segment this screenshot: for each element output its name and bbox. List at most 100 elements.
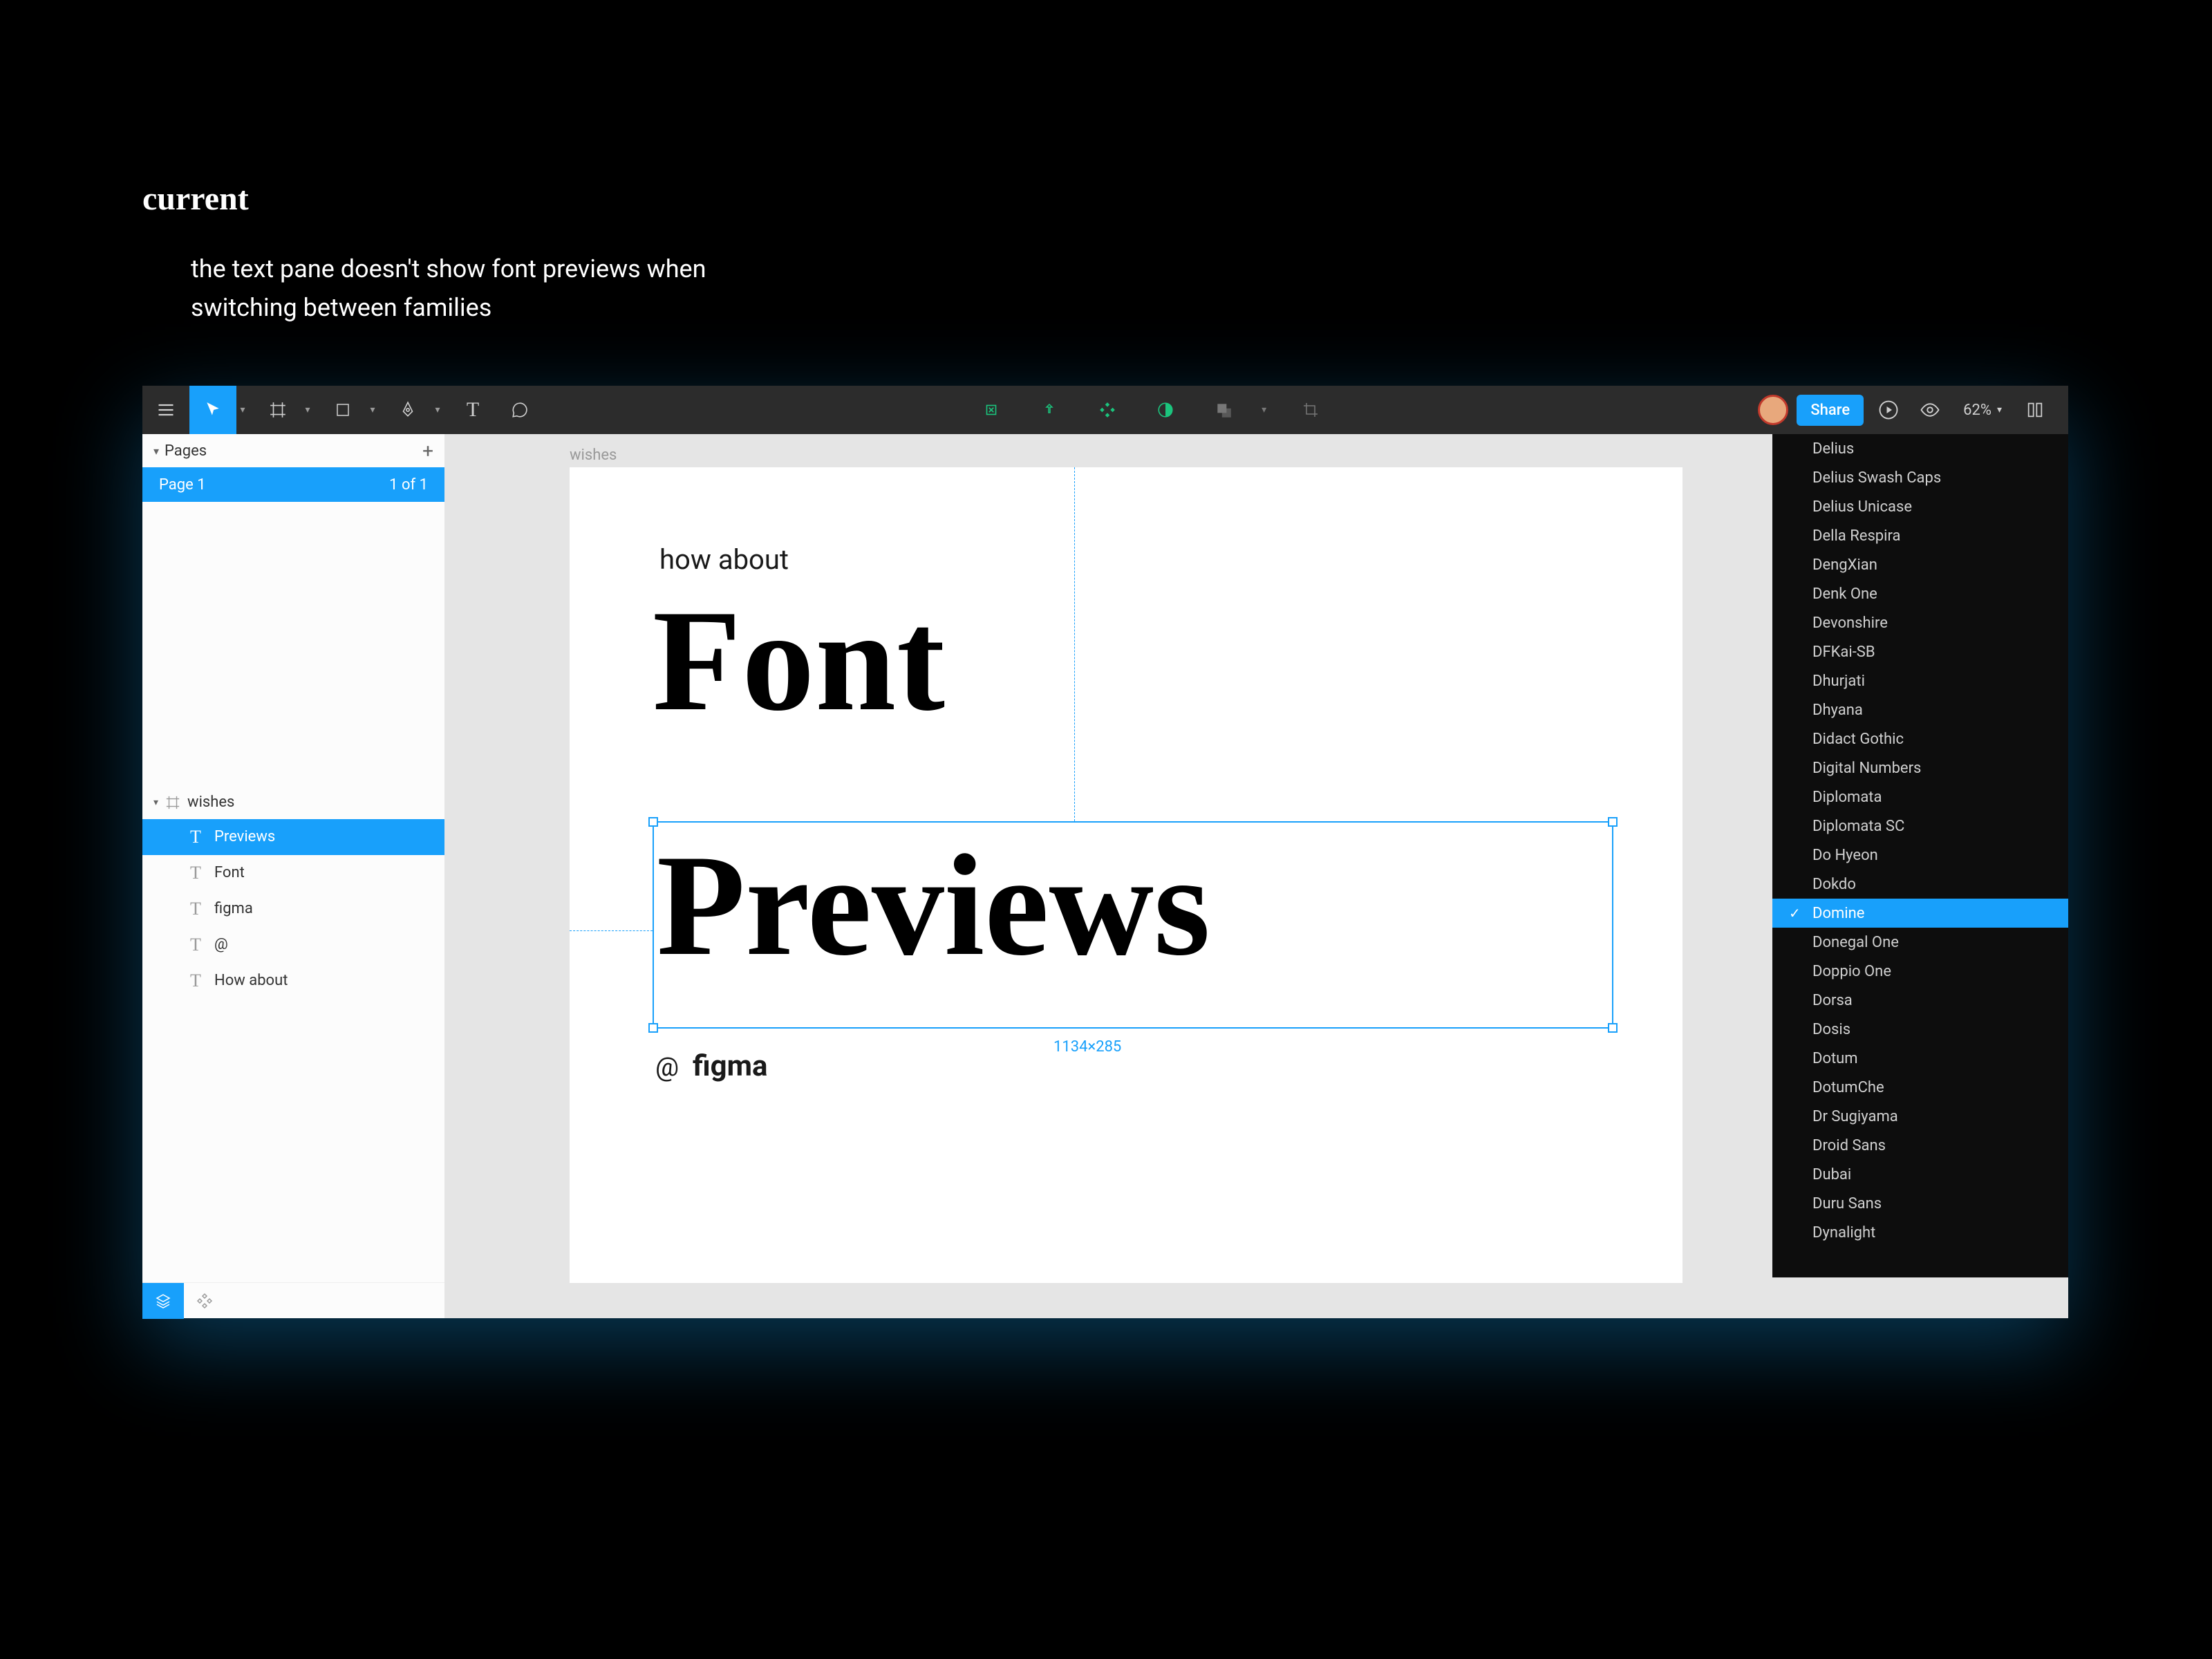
move-tool[interactable] <box>189 386 236 434</box>
text-tool[interactable]: T <box>449 386 496 434</box>
pages-header[interactable]: ▾ Pages + <box>142 434 444 467</box>
layer-caret-icon: ▾ <box>153 797 158 808</box>
font-option[interactable]: Dr Sugiyama <box>1772 1102 2068 1131</box>
page-name: Page 1 <box>159 476 206 494</box>
shape-tool[interactable] <box>319 386 366 434</box>
font-option[interactable]: Dhyana <box>1772 695 2068 724</box>
font-option[interactable]: Devonshire <box>1772 608 2068 637</box>
font-option[interactable]: Dosis <box>1772 1015 2068 1044</box>
left-panel: ▾ Pages + Page 1 1 of 1 ▾ wishes T Previe… <box>142 434 445 1318</box>
text-previews[interactable]: Previews <box>654 823 1612 990</box>
alignment-guide-horizontal <box>570 930 653 931</box>
zoom-level[interactable]: 62% ▾ <box>1955 402 2010 419</box>
toolbar-center: ▾ <box>543 386 1758 434</box>
boolean-tool[interactable] <box>1200 386 1247 434</box>
layer-item-label: figma <box>214 900 253 917</box>
caption-line-2: switching between families <box>191 293 491 322</box>
font-option[interactable]: Diplomata SC <box>1772 812 2068 841</box>
pen-tool[interactable] <box>384 386 431 434</box>
panels-button[interactable] <box>2018 386 2052 434</box>
font-option[interactable]: DotumChe <box>1772 1073 2068 1102</box>
font-option[interactable]: Digital Numbers <box>1772 753 2068 782</box>
reset-tool[interactable] <box>1026 386 1073 434</box>
font-option[interactable]: Didact Gothic <box>1772 724 2068 753</box>
page-badge: 1 of 1 <box>389 476 428 494</box>
layer-item-label: Previews <box>214 828 275 845</box>
component-tool[interactable] <box>968 386 1015 434</box>
font-option[interactable]: DFKai-SB <box>1772 637 2068 666</box>
crop-tool[interactable] <box>1287 386 1334 434</box>
comment-tool[interactable] <box>496 386 543 434</box>
font-option[interactable]: Doppio One <box>1772 957 2068 986</box>
view-button[interactable] <box>1913 386 1947 434</box>
menu-button[interactable] <box>142 386 189 434</box>
font-option[interactable]: Denk One <box>1772 579 2068 608</box>
shape-tool-chevron[interactable]: ▾ <box>366 404 379 415</box>
font-option[interactable]: Diplomata <box>1772 782 2068 812</box>
text-figma[interactable]: figma <box>693 1049 767 1083</box>
font-option[interactable]: Dokdo <box>1772 870 2068 899</box>
font-family-dropdown[interactable]: DeliusDelius Swash CapsDelius UnicaseDel… <box>1772 434 2068 1277</box>
font-option[interactable]: Do Hyeon <box>1772 841 2068 870</box>
layer-item-label: @ <box>214 936 228 953</box>
font-option[interactable]: Della Respira <box>1772 521 2068 550</box>
font-option[interactable]: DengXian <box>1772 550 2068 579</box>
font-option[interactable]: Delius Unicase <box>1772 492 2068 521</box>
layer-item[interactable]: Tfigma <box>142 891 444 927</box>
layers-tab[interactable] <box>142 1283 184 1319</box>
font-option[interactable]: Domine <box>1772 899 2068 928</box>
pages-label: Pages <box>165 442 207 460</box>
selection-handle-tl[interactable] <box>648 817 658 827</box>
font-option[interactable]: Delius Swash Caps <box>1772 463 2068 492</box>
font-option[interactable]: Dorsa <box>1772 986 2068 1015</box>
pen-tool-chevron[interactable]: ▾ <box>431 404 444 415</box>
text-at[interactable]: @ <box>655 1052 679 1082</box>
figma-window: ▾ ▾ ▾ ▾ T <box>142 386 2068 1318</box>
share-button[interactable]: Share <box>1797 395 1864 426</box>
toolbar-right: Share 62% ▾ <box>1758 386 2068 434</box>
font-option[interactable]: Donegal One <box>1772 928 2068 957</box>
font-option[interactable]: Dhurjati <box>1772 666 2068 695</box>
present-button[interactable] <box>1872 386 1905 434</box>
font-option[interactable]: Delius <box>1772 434 2068 463</box>
left-panel-footer <box>142 1282 444 1318</box>
text-layer-icon: T <box>187 935 205 955</box>
layer-item-label: Font <box>214 864 245 881</box>
font-option[interactable]: Droid Sans <box>1772 1131 2068 1160</box>
font-option[interactable]: Duru Sans <box>1772 1189 2068 1218</box>
page-row[interactable]: Page 1 1 of 1 <box>142 467 444 502</box>
boolean-chevron[interactable]: ▾ <box>1258 404 1271 415</box>
layer-root[interactable]: ▾ wishes <box>142 786 444 819</box>
selection-box[interactable]: Previews <box>653 821 1613 1029</box>
alignment-guide-vertical <box>1074 467 1075 821</box>
layer-item[interactable]: T Font <box>142 855 444 891</box>
layer-root-label: wishes <box>187 794 234 811</box>
layer-item[interactable]: T Previews <box>142 819 444 855</box>
text-font[interactable]: Font <box>653 578 946 744</box>
avatar[interactable] <box>1758 395 1788 425</box>
artboard[interactable]: how about Font Previews 1134×285 @ figma <box>570 467 1683 1283</box>
frame-tool[interactable] <box>254 386 301 434</box>
mask-tool[interactable] <box>1142 386 1189 434</box>
align-tool[interactable] <box>1084 386 1131 434</box>
font-option[interactable]: Dubai <box>1772 1160 2068 1189</box>
selection-dimensions: 1134×285 <box>1053 1038 1121 1056</box>
add-page-button[interactable]: + <box>422 440 433 462</box>
layer-item[interactable]: T@ <box>142 927 444 963</box>
layer-item[interactable]: THow about <box>142 963 444 999</box>
selection-handle-bl[interactable] <box>648 1023 658 1033</box>
frame-tool-chevron[interactable]: ▾ <box>301 404 314 415</box>
move-tool-chevron[interactable]: ▾ <box>236 404 249 415</box>
slide-caption: the text pane doesn't show font previews… <box>191 250 1020 328</box>
text-layer-icon: T <box>187 863 205 883</box>
text-howabout[interactable]: how about <box>659 543 789 576</box>
frame-label[interactable]: wishes <box>570 447 617 464</box>
assets-tab[interactable] <box>184 1283 225 1319</box>
pages-caret-icon: ▾ <box>153 444 159 458</box>
font-option[interactable]: Dotum <box>1772 1044 2068 1073</box>
selection-handle-tr[interactable] <box>1608 817 1618 827</box>
layer-item-label: How about <box>214 972 288 989</box>
selection-handle-br[interactable] <box>1608 1023 1618 1033</box>
text-layer-icon: T <box>187 827 205 847</box>
font-option[interactable]: Dynalight <box>1772 1218 2068 1247</box>
